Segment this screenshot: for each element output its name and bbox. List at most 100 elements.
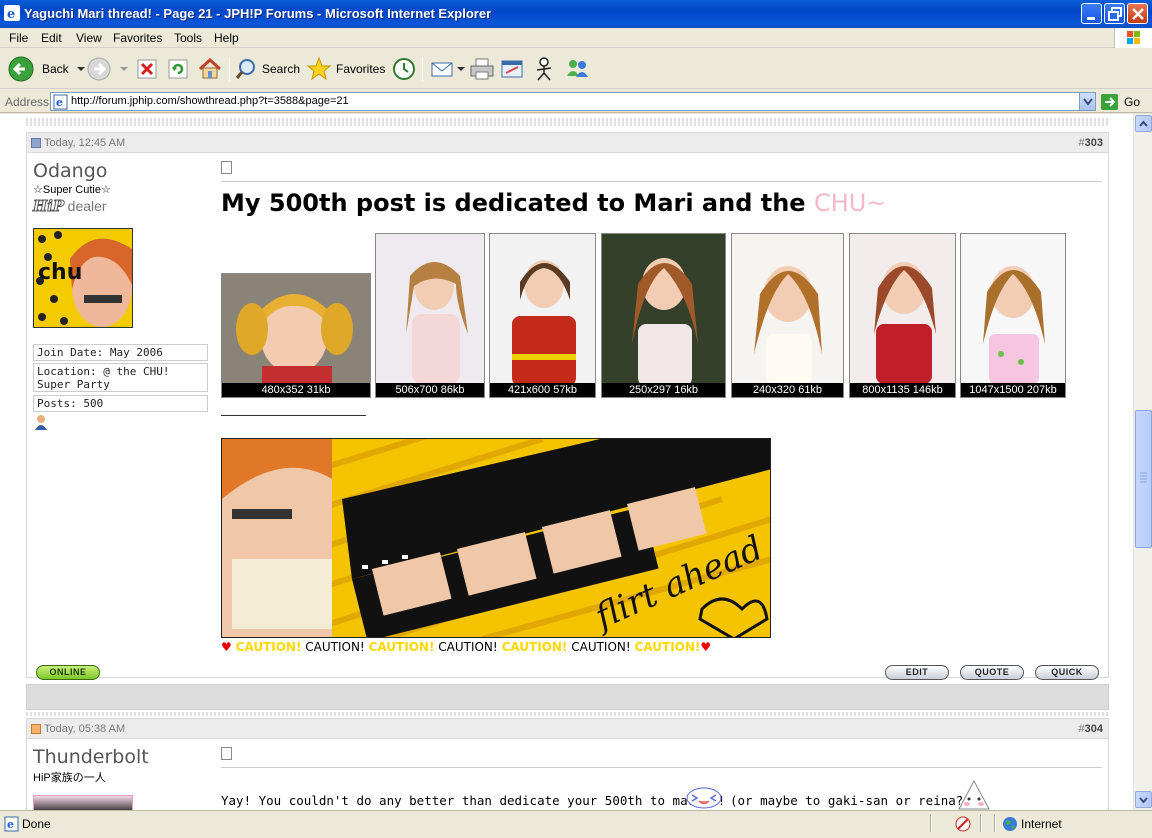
- zone-text: Internet: [1021, 817, 1062, 831]
- menu-help[interactable]: Help: [214, 31, 239, 45]
- rice-ball-emoticon-icon: [958, 779, 990, 810]
- avatar[interactable]: [33, 795, 133, 810]
- address-label: Address: [5, 95, 50, 109]
- search-label: Search: [262, 62, 301, 76]
- thumbnail-1[interactable]: 480x352 31kb: [221, 273, 371, 398]
- post-new-icon: [31, 724, 41, 734]
- post-number[interactable]: #304: [1079, 723, 1103, 735]
- username[interactable]: Odango: [33, 160, 107, 182]
- location: Location: @ the CHU! Super Party: [33, 363, 208, 392]
- address-dropdown-button[interactable]: [1079, 93, 1095, 110]
- heart-icon: ♥: [221, 640, 232, 654]
- history-button[interactable]: [391, 55, 417, 83]
- post-message-tail: (or maybe to gaki-san or reina?): [730, 793, 971, 808]
- caution-word: CAUTION!: [501, 640, 568, 654]
- thumbnail-6[interactable]: 800x1135 146kb: [849, 233, 956, 398]
- favorites-button[interactable]: Favorites: [306, 55, 385, 83]
- thumbnail-3[interactable]: 421x600 57kb: [489, 233, 596, 398]
- post-title: My 500th post is dedicated to Mari and t…: [221, 189, 886, 217]
- username[interactable]: Thunderbolt: [33, 746, 149, 768]
- rank-image-dealer: dealer: [67, 198, 107, 214]
- search-button[interactable]: Search: [234, 55, 300, 83]
- title-rule: [221, 181, 1102, 182]
- back-dropdown-icon[interactable]: [75, 64, 87, 74]
- vertical-scrollbar[interactable]: [1133, 114, 1152, 810]
- caution-word: CAUTION!: [368, 640, 435, 654]
- menu-bar: File Edit View Favorites Tools Help: [0, 28, 1152, 48]
- page-icon: e: [53, 94, 68, 110]
- post-304: Today, 05:38 AM #304 Thunderbolt HiP家族の一…: [26, 718, 1109, 810]
- close-button[interactable]: [1127, 3, 1148, 24]
- menu-file[interactable]: File: [9, 31, 28, 45]
- ie-logo-icon: e: [4, 5, 20, 21]
- home-button[interactable]: [197, 55, 223, 83]
- quick-reply-button[interactable]: QUICK: [1035, 665, 1099, 680]
- stop-button[interactable]: [136, 55, 158, 83]
- messenger-person-button[interactable]: [532, 55, 556, 83]
- join-date: Join Date: May 2006: [33, 344, 208, 361]
- avatar-image: chu: [34, 229, 132, 327]
- scroll-up-button[interactable]: [1135, 115, 1152, 132]
- ie-window: e Yaguchi Mari thread! - Page 21 - JPH!P…: [0, 0, 1152, 838]
- menu-favorites[interactable]: Favorites: [113, 31, 162, 45]
- messenger-button[interactable]: [564, 55, 592, 83]
- menu-view[interactable]: View: [76, 31, 102, 45]
- favorites-label: Favorites: [336, 62, 386, 76]
- banner-rule: [221, 415, 366, 416]
- forward-button[interactable]: [86, 55, 130, 83]
- history-icon: [393, 58, 415, 80]
- post-number[interactable]: #303: [1079, 137, 1103, 149]
- edit-page-button[interactable]: [500, 55, 526, 83]
- avatar[interactable]: chu: [33, 228, 133, 328]
- scroll-down-button[interactable]: [1135, 791, 1152, 808]
- edit-page-icon: [501, 60, 523, 78]
- popup-blocked-icon[interactable]: [955, 816, 971, 832]
- back-label: Back: [42, 62, 69, 76]
- chevron-up-icon: [1139, 120, 1148, 127]
- address-input[interactable]: e http://forum.jphip.com/showthread.php?…: [50, 92, 1096, 111]
- thumbnail-caption: 240x320 61kb: [732, 383, 843, 397]
- thumbnail-image: [602, 234, 725, 397]
- scroll-thumb[interactable]: [1135, 410, 1152, 548]
- post-separator: [26, 684, 1109, 710]
- page-content: Today, 12:45 AM #303 Odango ☆Super Cutie…: [0, 114, 1133, 810]
- thumbnail-5[interactable]: 240x320 61kb: [731, 233, 844, 398]
- thumbnail-7[interactable]: 1047x1500 207kb: [960, 233, 1066, 398]
- title-bar[interactable]: e Yaguchi Mari thread! - Page 21 - JPH!P…: [0, 0, 1152, 28]
- post-title-main: My 500th post is dedicated to Mari and t…: [221, 189, 814, 217]
- caution-banner-image[interactable]: caution! flirt ahead: [221, 438, 771, 638]
- thumbnail-4[interactable]: 250x297 16kb: [601, 233, 726, 398]
- user-title: ☆Super Cutie☆: [33, 184, 111, 196]
- status-bar: e Done Internet: [0, 810, 1152, 838]
- quote-button[interactable]: QUOTE: [960, 665, 1024, 680]
- thumbnail-image: [732, 234, 843, 397]
- back-arrow-icon: [8, 56, 34, 82]
- thumbnail-2[interactable]: 506x700 86kb: [375, 233, 485, 398]
- window-title: Yaguchi Mari thread! - Page 21 - JPH!P F…: [24, 6, 492, 21]
- post-message-icon: [221, 161, 232, 174]
- print-icon: [470, 58, 494, 80]
- caution-word: CAUTION!: [305, 640, 365, 654]
- refresh-icon: [168, 59, 188, 79]
- menu-edit[interactable]: Edit: [41, 31, 62, 45]
- status-divider: [994, 814, 996, 832]
- forward-arrow-icon: [87, 57, 111, 81]
- mail-dropdown-icon[interactable]: [456, 64, 466, 74]
- maximize-button[interactable]: [1104, 3, 1125, 24]
- thumbnail-caption: 480x352 31kb: [222, 383, 370, 397]
- user-status-icon[interactable]: [34, 414, 48, 430]
- caution-text-line: ♥ CAUTION! CAUTION! CAUTION! CAUTION! CA…: [221, 640, 711, 654]
- top-divider: [26, 118, 1109, 126]
- menu-tools[interactable]: Tools: [174, 31, 202, 45]
- edit-button[interactable]: EDIT: [885, 665, 949, 680]
- print-button[interactable]: [469, 55, 495, 83]
- thumbnail-caption: 506x700 86kb: [376, 383, 484, 397]
- back-button[interactable]: Back: [8, 55, 87, 83]
- forward-dropdown-icon[interactable]: [118, 64, 130, 74]
- refresh-button[interactable]: [167, 55, 189, 83]
- go-button[interactable]: Go: [1100, 92, 1140, 111]
- mail-button[interactable]: [430, 55, 466, 83]
- minimize-button[interactable]: [1081, 3, 1102, 24]
- address-url: http://forum.jphip.com/showthread.php?t=…: [71, 95, 349, 107]
- rank-image: HiP dealer: [32, 197, 133, 216]
